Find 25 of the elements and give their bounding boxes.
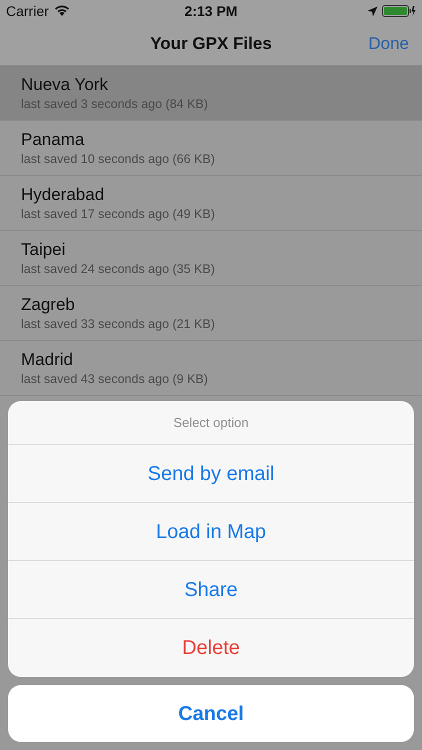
- wifi-icon: [54, 5, 70, 17]
- clock: 2:13 PM: [184, 2, 238, 20]
- file-details: last saved 33 seconds ago (21 KB): [21, 316, 216, 332]
- file-name: Hyderabad: [21, 184, 106, 206]
- file-name: Panama: [21, 129, 86, 151]
- file-name: Nueva York: [21, 74, 109, 96]
- file-name: Zagreb: [21, 294, 76, 316]
- carrier-label: Carrier: [6, 2, 49, 20]
- file-name: Taipei: [21, 239, 66, 261]
- sheet-title: Select option: [173, 414, 249, 432]
- file-details: last saved 43 seconds ago (9 KB): [21, 371, 209, 387]
- file-row[interactable]: Nueva York last saved 3 seconds ago (84 KB): [0, 66, 422, 121]
- file-name: Madrid: [21, 349, 74, 371]
- location-arrow-icon: [366, 6, 378, 16]
- action-option[interactable]: Delete: [8, 619, 414, 677]
- file-details: last saved 24 seconds ago (35 KB): [21, 261, 216, 277]
- cancel-button[interactable]: Cancel: [8, 685, 414, 742]
- screen-title: Your GPX Files: [150, 32, 272, 55]
- file-details: last saved 10 seconds ago (66 KB): [21, 151, 216, 167]
- battery-icon: [382, 5, 416, 17]
- action-option[interactable]: Load in Map: [8, 503, 414, 561]
- action-option[interactable]: Send by email: [8, 445, 414, 503]
- file-details: last saved 17 seconds ago (49 KB): [21, 206, 216, 222]
- file-details: last saved 3 seconds ago (84 KB): [21, 96, 209, 112]
- action-option[interactable]: Share: [8, 561, 414, 619]
